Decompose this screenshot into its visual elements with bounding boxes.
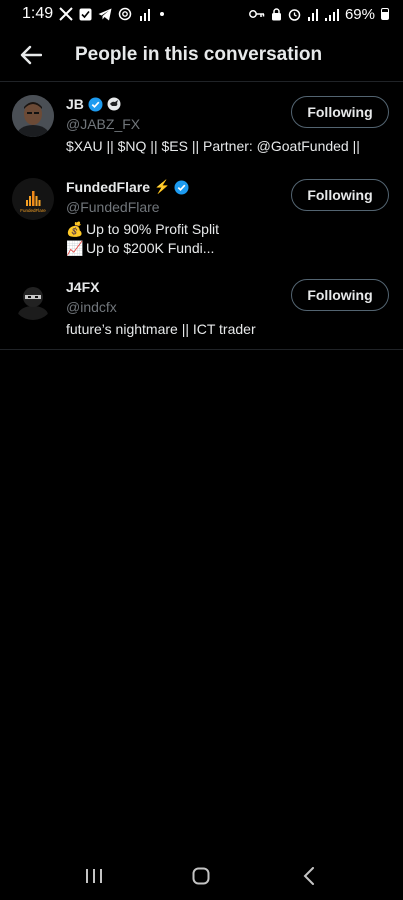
following-button[interactable]: Following xyxy=(291,96,389,128)
status-bar-left: 1:49 xyxy=(22,5,165,23)
user-bio: 💰 Up to 90% Profit Split 📈 Up to $200K Fun… xyxy=(66,220,389,258)
chart-increasing-emoji: 📈 xyxy=(66,240,84,256)
avatar[interactable]: FundedFlare xyxy=(12,178,54,220)
display-name: FundedFlare xyxy=(66,179,151,195)
system-navigation-bar xyxy=(0,852,403,900)
battery-icon xyxy=(381,8,389,20)
verified-badge-icon xyxy=(174,180,189,195)
bio-line: 📈 Up to $200K Fundi... xyxy=(66,239,389,258)
x-app-icon xyxy=(59,7,73,21)
checkbox-app-icon xyxy=(79,8,92,21)
bio-line-text: Up to 90% Profit Split xyxy=(86,221,220,237)
bio-line: 💰 Up to 90% Profit Split xyxy=(66,220,389,239)
following-button[interactable]: Following xyxy=(291,279,389,311)
signal-bars-icon xyxy=(324,8,339,21)
notification-dot xyxy=(160,12,165,16)
avatar[interactable] xyxy=(12,95,54,137)
at-sign-icon xyxy=(118,7,132,21)
list-item[interactable]: FundedFlare FundedFlare ⚡ @FundedFlare 💰… xyxy=(0,166,403,266)
people-list: JB @JABZ_FX $XAU || $NQ || $ES || Partne… xyxy=(0,83,403,350)
status-bar: 1:49 69% xyxy=(0,0,403,28)
data-signal-icon xyxy=(138,8,152,21)
display-name: JB xyxy=(66,96,84,112)
lock-icon xyxy=(271,7,282,21)
recents-icon[interactable] xyxy=(74,856,114,896)
status-bar-right: 69% xyxy=(249,6,389,23)
wifi-icon xyxy=(307,8,319,21)
list-item[interactable]: J4FX @indcfx future’s nightmare || ICT t… xyxy=(0,266,403,350)
rhino-badge-icon xyxy=(107,97,122,112)
avatar[interactable] xyxy=(12,278,54,320)
avatar-brand-text: FundedFlare xyxy=(20,208,46,213)
battery-percent: 69% xyxy=(344,5,375,23)
status-time: 1:49 xyxy=(22,5,54,22)
telegram-icon xyxy=(98,8,112,21)
money-bag-emoji: 💰 xyxy=(66,221,84,237)
user-bio: $XAU || $NQ || $ES || Partner: @GoatFund… xyxy=(66,138,360,154)
lightning-emoji: ⚡ xyxy=(154,179,171,194)
key-icon xyxy=(249,9,265,19)
following-button[interactable]: Following xyxy=(291,179,389,211)
bio-line-text: Up to $200K Fundi... xyxy=(86,240,215,256)
page-title: People in this conversation xyxy=(75,43,323,65)
user-bio: future’s nightmare || ICT trader xyxy=(66,321,256,337)
alarm-icon xyxy=(288,8,301,21)
back-arrow-icon[interactable] xyxy=(17,41,45,69)
display-name: J4FX xyxy=(66,279,100,295)
home-icon[interactable] xyxy=(181,856,221,896)
top-app-bar: People in this conversation xyxy=(0,28,403,82)
verified-badge-icon xyxy=(88,97,103,112)
nav-back-icon[interactable] xyxy=(289,856,329,896)
list-item[interactable]: JB @JABZ_FX $XAU || $NQ || $ES || Partne… xyxy=(0,83,403,166)
